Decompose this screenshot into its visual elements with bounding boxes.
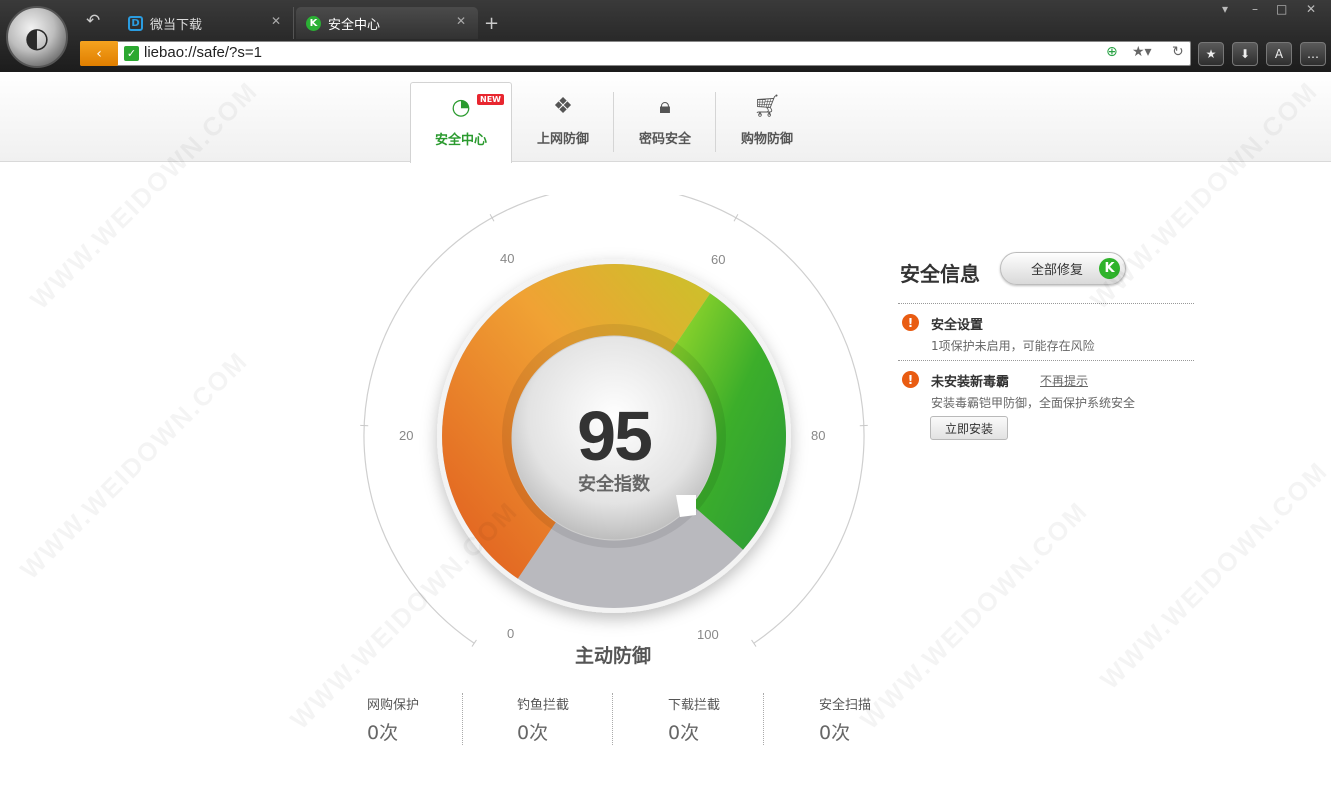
close-tab-icon[interactable]: ✕ [456,14,466,28]
security-plus-icon[interactable]: ⊕ [1106,44,1118,60]
issue-title: 未安装新毒霸 [931,375,1010,390]
browser-tab-safe-center[interactable]: K 安全中心 ✕ [296,7,478,39]
cart-icon: 🛒︎ [753,94,781,119]
stat-value: 0次 [517,722,549,744]
account-button[interactable]: A [1266,42,1292,66]
watermark: WWW.WEIDOWN.COM [14,345,254,585]
kingsoft-tab-icon: K [306,15,321,31]
fix-all-button[interactable]: 全部修复 K [1000,252,1126,285]
shield-leaf-icon: ❖ [553,94,573,119]
fix-all-label: 全部修复 [1031,263,1084,278]
install-now-button[interactable]: 立即安装 [930,416,1008,440]
divider [898,360,1194,361]
speedometer-icon: ◔ [451,95,471,120]
tick-label: 40 [500,251,515,266]
tab-shopping-defense[interactable]: 🛒︎ 购物防御 [716,82,818,162]
back-icon[interactable]: ↶ [86,11,100,31]
secure-check-icon: ✓ [124,46,139,61]
tab-label: 购物防御 [740,132,793,147]
tab-safe-center[interactable]: ◔ NEW 安全中心 [410,82,512,163]
stat-security-scan: 安全扫描 0次 [819,694,969,745]
kingsoft-k-icon: K [1099,258,1120,279]
active-defense-label: 主动防御 [574,645,651,667]
tab-label: 上网防御 [536,132,589,147]
security-info-title: 安全信息 [900,262,980,286]
minimize-button[interactable]: – [1252,2,1258,16]
stat-shopping-protection: 网购保护 0次 [367,694,517,745]
new-tab-button[interactable]: + [484,13,499,34]
stat-value: 0次 [367,722,399,744]
tick-label: 0 [507,626,515,641]
cheetah-logo-icon[interactable]: ◐ [6,6,68,68]
new-badge: NEW [477,94,504,105]
issue-title[interactable]: 安全设置 [931,314,983,333]
tick-label: 20 [399,428,414,443]
divider [898,303,1194,304]
refresh-icon[interactable]: ↻ [1172,44,1184,60]
stat-divider [763,693,764,745]
stat-phishing-block: 钓鱼拦截 0次 [517,694,667,745]
stat-divider [462,693,463,745]
url-text[interactable]: liebao://safe/?s=1 [144,44,262,61]
tab-label: 安全中心 [434,133,487,148]
favorites-button[interactable]: ★ [1198,42,1224,66]
tab-password-security[interactable]: 🔒︎ 密码安全 [614,82,716,162]
tick-label: 100 [697,627,719,642]
back-button[interactable]: ‹ [80,41,118,66]
bookmark-star-icon[interactable]: ★▾ [1132,44,1152,60]
maximize-button[interactable]: □ [1276,2,1287,16]
download-button[interactable]: ⬇ [1232,42,1258,66]
scale-tick [489,214,495,222]
dismiss-link[interactable]: 不再提示 [1040,372,1088,389]
tick-label: 80 [811,428,826,443]
tick-label: 60 [711,252,726,267]
stat-label: 网购保护 [367,698,420,713]
close-window-button[interactable]: ✕ [1306,2,1316,16]
skin-icon[interactable]: ▾ [1222,2,1228,16]
stat-label: 安全扫描 [819,698,872,713]
scale-tick [751,639,757,647]
weidown-tab-icon: D [128,15,143,31]
stat-value: 0次 [668,722,700,744]
safety-score: 95 [577,397,653,475]
safety-score-label: 安全指数 [578,474,650,495]
tab-label: 密码安全 [638,132,691,147]
warning-icon: ! [902,314,919,331]
tab-title: 安全中心 [328,17,381,33]
stat-value: 0次 [819,722,851,744]
tab-title: 微当下载 [150,17,203,33]
scale-tick [733,214,739,222]
tab-web-defense[interactable]: ❖ 上网防御 [512,82,614,162]
menu-button[interactable]: … [1300,42,1326,66]
lock-icon: 🔒︎ [659,94,671,119]
stat-label: 钓鱼拦截 [517,698,570,713]
watermark: WWW.WEIDOWN.COM [1094,455,1331,695]
close-tab-icon[interactable]: ✕ [271,14,281,28]
browser-tab-weidown[interactable]: D 微当下载 ✕ [118,7,294,39]
stat-label: 下载拦截 [668,698,721,713]
scale-tick [471,639,477,647]
warning-icon: ! [902,371,919,388]
issue-desc: 安装毒霸铠甲防御，全面保护系统安全 [931,396,1136,410]
stat-download-block: 下载拦截 0次 [668,694,818,745]
issue-desc: 1项保护未启用，可能存在风险 [931,339,1095,353]
stat-divider [612,693,613,745]
